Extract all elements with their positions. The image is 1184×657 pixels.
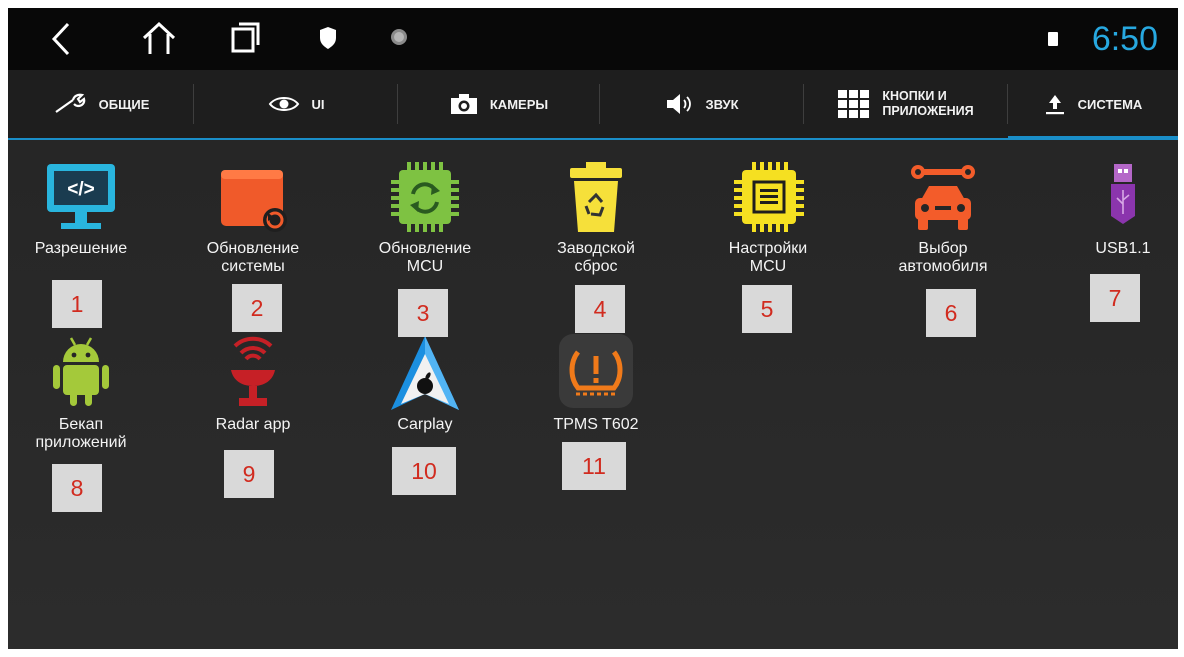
app-label: Настройки	[728, 240, 808, 257]
sim-icon	[1048, 32, 1058, 46]
number-badge: 9	[224, 450, 274, 498]
app-label: сброс	[574, 258, 618, 275]
tab-cameras[interactable]: КАМЕРЫ	[398, 70, 600, 138]
tab-buttons-apps[interactable]: КНОПКИ И ПРИЛОЖЕНИЯ	[804, 70, 1008, 138]
chip-icon	[734, 162, 804, 232]
app-label: USB1.1	[1095, 240, 1151, 257]
app-mcu-settings[interactable]: Настройки MCU	[693, 160, 843, 276]
tab-label: СИСТЕМА	[1077, 96, 1143, 112]
status-bar: 6:50	[8, 8, 1178, 70]
app-carplay[interactable]: Carplay	[350, 332, 500, 434]
radar-icon	[231, 336, 275, 406]
app-label: Бекап	[58, 416, 104, 433]
tab-label: UI	[311, 96, 325, 112]
clock: 6:50	[1091, 20, 1158, 58]
screen: 6:50 ОБЩИЕ UI КАМЕРЫ ЗВУК КНОПКИ И ПРИЛОЖ…	[8, 8, 1178, 649]
recents-button[interactable]	[222, 16, 268, 62]
app-backup[interactable]: Бекап приложений	[8, 332, 156, 452]
number-badge: 11	[562, 442, 626, 490]
app-usb[interactable]: USB1.1	[1048, 160, 1178, 258]
app-label: автомобиля	[898, 258, 988, 275]
app-label: Carplay	[397, 416, 453, 433]
speaker-icon	[665, 92, 693, 116]
number-badge: 6	[926, 289, 976, 337]
app-label: TPMS T602	[553, 416, 639, 433]
settings-tabs: ОБЩИЕ UI КАМЕРЫ ЗВУК КНОПКИ И ПРИЛОЖЕНИЯ …	[8, 70, 1178, 140]
tab-sound[interactable]: ЗВУК	[600, 70, 804, 138]
number-badge: 4	[575, 285, 625, 333]
eye-icon	[268, 94, 300, 114]
recycle-bin-icon	[570, 162, 622, 232]
wrench-icon	[53, 93, 87, 115]
tab-label: ОБЩИЕ	[98, 96, 150, 112]
car-wrench-icon	[911, 165, 975, 230]
number-badge: 10	[392, 447, 456, 495]
app-factory-reset[interactable]: Заводской сброс	[521, 160, 671, 276]
number-badge: 3	[398, 289, 448, 337]
tab-ui[interactable]: UI	[194, 70, 398, 138]
recents-icon	[231, 22, 260, 53]
back-icon	[51, 22, 70, 56]
svg-text:</>: </>	[67, 179, 94, 200]
system-update-icon	[221, 170, 287, 232]
number-badge: 5	[742, 285, 792, 333]
app-tpms[interactable]: TPMS T602	[521, 332, 671, 434]
number-badge: 8	[52, 464, 102, 512]
number-badge: 2	[232, 284, 282, 332]
mcu-update-icon	[391, 162, 459, 232]
app-label: Обновление	[378, 240, 472, 257]
upload-icon	[1044, 93, 1066, 115]
home-button[interactable]	[136, 16, 182, 62]
app-radar[interactable]: Radar app	[178, 332, 328, 434]
app-label: MCU	[749, 258, 787, 275]
tab-label: ЗВУК	[705, 96, 739, 112]
android-icon	[53, 337, 109, 406]
camera-icon	[450, 93, 478, 115]
app-label: Обновление	[206, 240, 300, 257]
tab-general[interactable]: ОБЩИЕ	[8, 70, 194, 138]
app-label: Разрешение	[34, 240, 128, 257]
number-badge: 1	[52, 280, 102, 328]
app-label: приложений	[35, 434, 127, 451]
tab-label-line2: ПРИЛОЖЕНИЯ	[882, 104, 974, 118]
back-button[interactable]	[38, 16, 84, 62]
shield-icon	[320, 27, 336, 49]
app-resolution[interactable]: </> Разрешение	[8, 160, 156, 258]
carplay-icon	[391, 336, 459, 410]
number-badge: 7	[1090, 274, 1140, 322]
usb-icon	[1111, 164, 1135, 224]
app-system-update[interactable]: Обновление системы	[178, 160, 328, 276]
app-label: Заводской	[557, 240, 635, 257]
app-label: MCU	[406, 258, 444, 275]
grid-icon	[838, 90, 870, 118]
tab-system[interactable]: СИСТЕМА	[1008, 70, 1178, 140]
app-label: Выбор	[918, 240, 968, 257]
dot-icon	[391, 29, 407, 45]
app-label: системы	[221, 258, 285, 275]
app-mcu-update[interactable]: Обновление MCU	[350, 160, 500, 276]
tab-label-line1: КНОПКИ И	[882, 89, 947, 103]
tpms-icon	[559, 334, 633, 408]
monitor-code-icon: </>	[47, 164, 115, 229]
app-car-selection[interactable]: Выбор автомобиля	[868, 160, 1018, 276]
home-icon	[142, 21, 176, 54]
tab-label: КАМЕРЫ	[489, 96, 549, 112]
app-label: Radar app	[215, 416, 291, 433]
